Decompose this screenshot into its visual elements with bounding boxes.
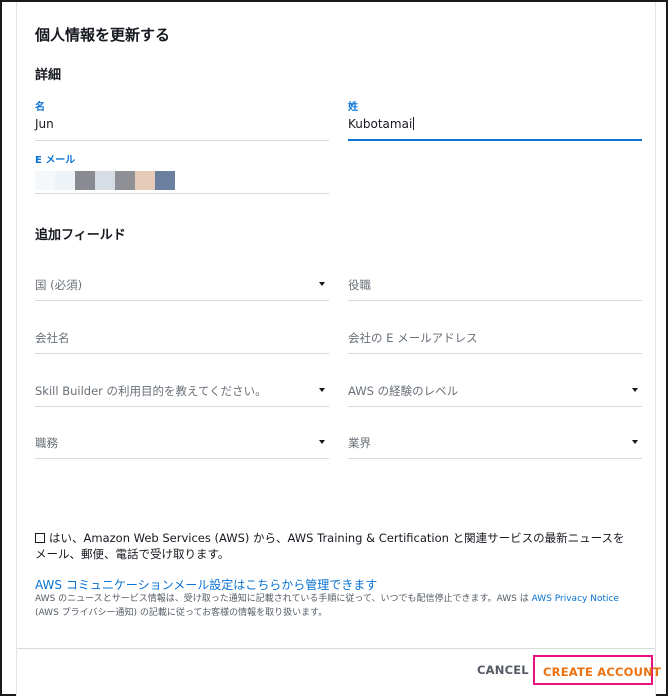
job-role-select[interactable]: 職務 [35,425,329,459]
create-account-highlight: CREATE ACCOUNT [533,655,661,685]
first-name-input[interactable]: Jun [35,117,54,131]
purpose-select[interactable]: Skill Builder の利用目的を教えてください。 [35,373,329,407]
aws-level-placeholder: AWS の経験のレベル [348,384,459,398]
purpose-placeholder: Skill Builder の利用目的を教えてください。 [35,384,267,398]
mosaic-cell [135,171,155,190]
marketing-consent: はい、Amazon Web Services (AWS) から、AWS Trai… [35,530,635,562]
dropdown-arrow-icon [632,440,638,444]
mosaic-cell [115,171,135,190]
update-profile-dialog: 個人情報を更新する 詳細 名 Jun 姓 Kubotamai E メール 追加フ… [16,2,661,696]
job-title-placeholder: 役職 [348,278,371,292]
consent-text: はい、Amazon Web Services (AWS) から、AWS Trai… [35,531,625,561]
company-email-placeholder: 会社の E メールアドレス [348,331,478,345]
dropdown-arrow-icon [319,388,325,392]
email-field[interactable]: E メール [35,151,329,194]
dialog-title: 個人情報を更新する [35,26,171,44]
text-cursor [413,117,415,130]
screenshot-frame: 個人情報を更新する 詳細 名 Jun 姓 Kubotamai E メール 追加フ… [0,0,668,696]
notice-text-after: (AWS プライバシー通知) の記載に従ってお客様の情報を取り扱います。 [35,608,328,618]
mosaic-cell [35,171,55,190]
email-redacted-mosaic [35,171,175,190]
additional-fields-heading: 追加フィールド [35,228,126,243]
country-select[interactable]: 国 (必須) [35,267,329,301]
mosaic-cell [55,171,75,190]
dropdown-arrow-icon [319,282,325,286]
manage-preferences-link[interactable]: AWS コミュニケーションメール設定はこちらから管理できます [35,576,377,593]
last-name-field[interactable]: 姓 Kubotamai [348,98,642,141]
privacy-notice: AWS のニュースとサービス情報は、受け取った通知に記載されている手順に従って、… [35,592,641,620]
first-name-field[interactable]: 名 Jun [35,98,329,141]
dialog-footer: CANCEL CREATE ACCOUNT [17,648,661,696]
industry-select[interactable]: 業界 [348,425,642,459]
dropdown-arrow-icon [319,440,325,444]
country-placeholder: 国 (必須) [35,278,83,292]
last-name-label: 姓 [348,102,358,113]
last-name-input[interactable]: Kubotamai [348,117,415,131]
email-label: E メール [35,155,76,166]
mosaic-cell [155,171,175,190]
job-title-input[interactable]: 役職 [348,267,642,301]
mosaic-cell [95,171,115,190]
consent-checkbox[interactable] [35,533,45,543]
company-name-input[interactable]: 会社名 [35,320,329,354]
details-heading: 詳細 [35,68,62,83]
last-name-value: Kubotamai [348,117,413,131]
mosaic-cell [75,171,95,190]
privacy-notice-link[interactable]: AWS Privacy Notice [532,594,619,604]
notice-text-before: AWS のニュースとサービス情報は、受け取った通知に記載されている手順に従って、… [35,594,532,604]
create-account-button[interactable]: CREATE ACCOUNT [543,665,661,679]
dropdown-arrow-icon [632,388,638,392]
first-name-label: 名 [35,102,45,113]
industry-placeholder: 業界 [348,436,371,450]
company-email-input[interactable]: 会社の E メールアドレス [348,320,642,354]
company-name-placeholder: 会社名 [35,331,70,345]
cancel-button[interactable]: CANCEL [477,663,529,677]
aws-level-select[interactable]: AWS の経験のレベル [348,373,642,407]
job-role-placeholder: 職務 [35,436,58,450]
